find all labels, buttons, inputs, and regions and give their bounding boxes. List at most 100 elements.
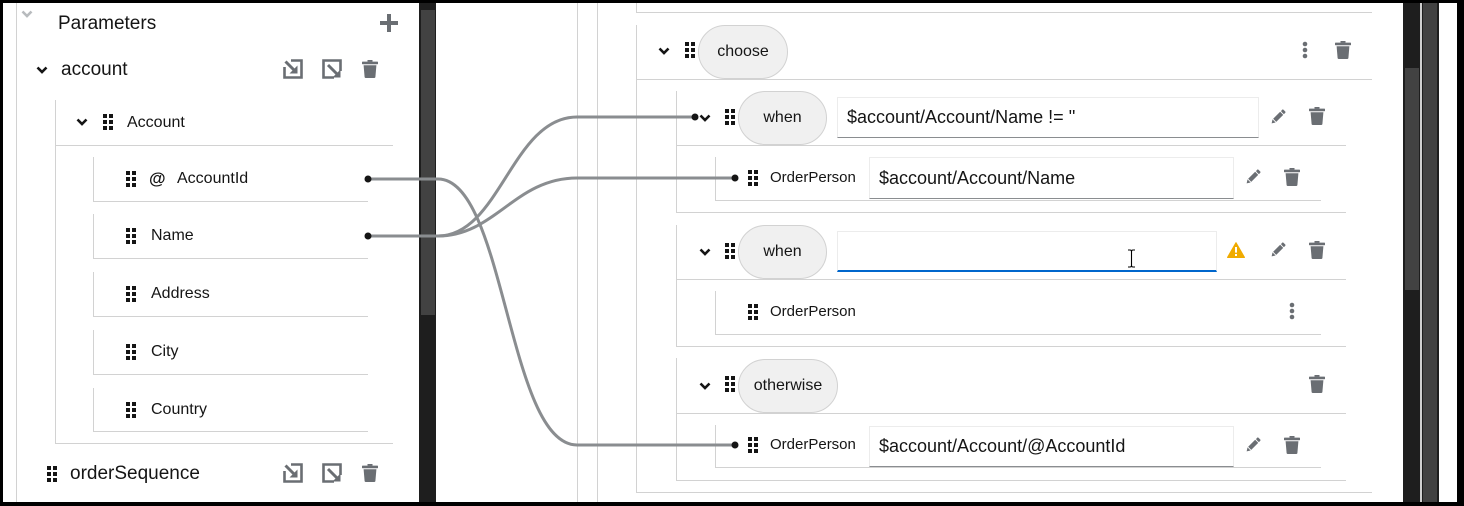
delete-when-button[interactable] [1309,107,1325,125]
export-schema-button[interactable] [322,463,342,483]
more-actions-button[interactable] [1302,41,1308,59]
collapse-otherwise-toggle[interactable] [699,382,711,390]
drag-handle[interactable] [725,243,735,259]
canvas-scrollbar[interactable] [1403,3,1420,502]
field-row[interactable]: Name [93,214,368,259]
add-parameter-button[interactable] [380,14,398,32]
delete-when-button[interactable] [1309,241,1325,259]
drag-handle[interactable] [126,171,136,187]
drag-handle[interactable] [103,114,113,130]
mapping-expression-input[interactable] [869,426,1234,467]
collapse-when-toggle[interactable] [699,248,711,256]
trash-icon [1335,41,1351,59]
collapse-parameters-toggle[interactable] [20,9,34,19]
field-row[interactable]: Country [93,388,368,432]
target-field-name: OrderPerson [770,436,856,453]
divider [677,279,1346,280]
collapse-choose-toggle[interactable] [658,47,670,55]
warning-icon [1227,242,1245,258]
tree-guide-line [577,3,578,502]
edit-condition-button[interactable] [1269,108,1287,126]
condition-input[interactable] [837,231,1217,272]
field-name: AccountId [177,170,249,187]
edit-expression-button[interactable] [1244,436,1262,454]
chevron-down-icon [76,118,88,126]
collapse-element-toggle[interactable] [76,118,88,126]
divider [55,443,393,444]
chevron-down-icon [699,248,711,256]
grip-icon [748,437,758,453]
delete-mapping-button[interactable] [1284,168,1300,186]
import-schema-button[interactable] [283,59,303,79]
import-icon [283,59,303,79]
drag-handle[interactable] [725,376,735,392]
edit-expression-button[interactable] [1244,168,1262,186]
collapse-when-toggle[interactable] [699,114,711,122]
trash-icon [1309,375,1325,393]
parameters-scrollbar[interactable] [419,3,436,502]
delete-parameter-button[interactable] [362,464,378,482]
export-icon [322,463,342,483]
drag-handle[interactable] [126,228,136,244]
drag-handle[interactable] [685,42,695,58]
divider [637,79,1372,80]
when-instruction-pill[interactable]: when [738,91,827,145]
scrollbar-thumb[interactable] [1405,68,1419,290]
when-instruction-pill[interactable]: when [738,225,827,279]
grip-icon [725,109,735,125]
drag-handle[interactable] [126,286,136,302]
divider [677,413,1346,414]
drag-handle[interactable] [126,344,136,360]
target-field-row[interactable]: OrderPerson [715,157,1321,201]
choose-instruction-pill[interactable]: choose [698,25,788,79]
drag-handle[interactable] [748,304,758,320]
field-name: Country [151,401,208,418]
divider [677,145,1346,146]
when-block: when OrderPerson [676,225,1346,347]
drag-handle[interactable] [748,170,758,186]
chevron-down-icon [21,10,33,18]
delete-choose-button[interactable] [1335,41,1351,59]
export-schema-button[interactable] [322,59,342,79]
side-panel-scrollbar[interactable] [1422,3,1439,502]
previous-block-edge [636,12,1372,13]
field-name: Address [151,285,210,302]
import-schema-button[interactable] [283,463,303,483]
trash-icon [362,464,378,482]
side-panel-edge [1439,3,1457,502]
delete-parameter-button[interactable] [362,60,378,78]
scrollbar-thumb[interactable] [421,10,435,315]
drag-handle[interactable] [725,109,735,125]
attribute-icon: @ [149,169,166,188]
field-row[interactable]: Address [93,272,368,317]
drag-handle[interactable] [47,466,57,482]
more-actions-button[interactable] [1289,302,1295,320]
trash-icon [1309,107,1325,125]
target-field-row[interactable]: OrderPerson [715,291,1321,335]
previous-block-edge [636,3,637,12]
mapping-expression-input[interactable] [869,157,1234,199]
delete-mapping-button[interactable] [1284,436,1300,454]
target-field-row[interactable]: OrderPerson [715,425,1321,468]
drag-handle[interactable] [748,437,758,453]
drag-handle[interactable] [126,402,136,418]
element-name: Account [127,114,185,131]
mapping-canvas: choose when $account/Account/Name != '' … [436,3,1403,502]
target-field-name: OrderPerson [770,303,856,320]
field-name: City [151,343,179,360]
import-icon [283,463,303,483]
pencil-icon [1244,436,1262,454]
condition-input[interactable] [837,97,1259,138]
collapse-account-toggle[interactable] [36,66,48,74]
grip-icon [47,466,57,482]
parameter-name: account [61,59,128,80]
edit-condition-button[interactable] [1269,241,1287,259]
otherwise-instruction-pill[interactable]: otherwise [738,359,838,413]
field-row[interactable]: City [93,330,368,375]
field-row[interactable]: @ AccountId [93,157,368,202]
validation-warning[interactable] [1227,242,1245,258]
panel-title: Parameters [58,13,157,34]
delete-otherwise-button[interactable] [1309,375,1325,393]
trash-icon [1284,168,1300,186]
grip-icon [748,304,758,320]
